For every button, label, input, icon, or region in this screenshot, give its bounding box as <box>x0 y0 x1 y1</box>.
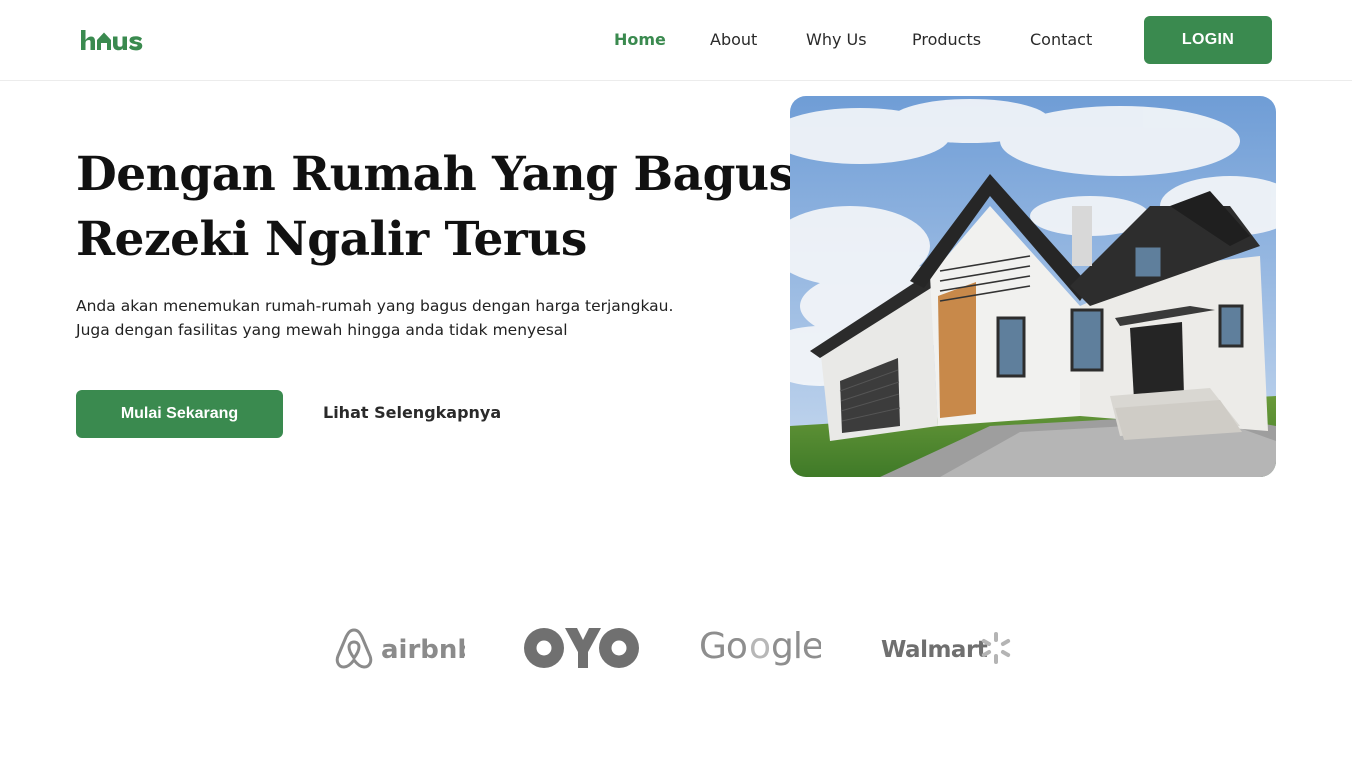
see-more-link[interactable]: Lihat Selengkapnya <box>323 403 501 422</box>
walmart-logo: Walmart <box>881 632 1011 664</box>
nav-item-why-us[interactable]: Why Us <box>806 30 867 49</box>
hero-description-line-1: Anda akan menemukan rumah-rumah yang bag… <box>76 297 674 315</box>
site-header: Home About Why Us Products Contact LOGIN <box>0 0 1352 81</box>
hero-description-line-2: Juga dengan fasilitas yang mewah hingga … <box>76 321 568 339</box>
haus-logo[interactable] <box>80 26 144 56</box>
svg-text:Go: Go <box>699 626 747 667</box>
nav-item-about[interactable]: About <box>710 30 757 49</box>
oyo-logo <box>524 628 639 668</box>
svg-text:o: o <box>749 626 770 667</box>
login-button[interactable]: LOGIN <box>1144 16 1272 64</box>
google-logo: Go o gle <box>699 626 821 667</box>
nav-item-products[interactable]: Products <box>912 30 981 49</box>
hero-description: Anda akan menemukan rumah-rumah yang bag… <box>76 294 756 342</box>
svg-text:gle: gle <box>771 626 821 667</box>
airbnb-logo: airbnb <box>335 628 465 669</box>
svg-text:Walmart: Walmart <box>881 637 988 663</box>
hero-title: Dengan Rumah Yang Bagus Rezeki Ngalir Te… <box>76 142 795 272</box>
partner-logos: airbnb Go o gle Walmart <box>0 620 1352 676</box>
hero-title-line-2: Rezeki Ngalir Terus <box>76 212 587 267</box>
svg-text:airbnb: airbnb <box>381 635 465 665</box>
hero-title-line-1: Dengan Rumah Yang Bagus <box>76 147 795 202</box>
hero-house-image <box>790 96 1276 477</box>
nav-item-home[interactable]: Home <box>614 30 666 49</box>
start-now-button[interactable]: Mulai Sekarang <box>76 390 283 438</box>
nav-item-contact[interactable]: Contact <box>1030 30 1092 49</box>
